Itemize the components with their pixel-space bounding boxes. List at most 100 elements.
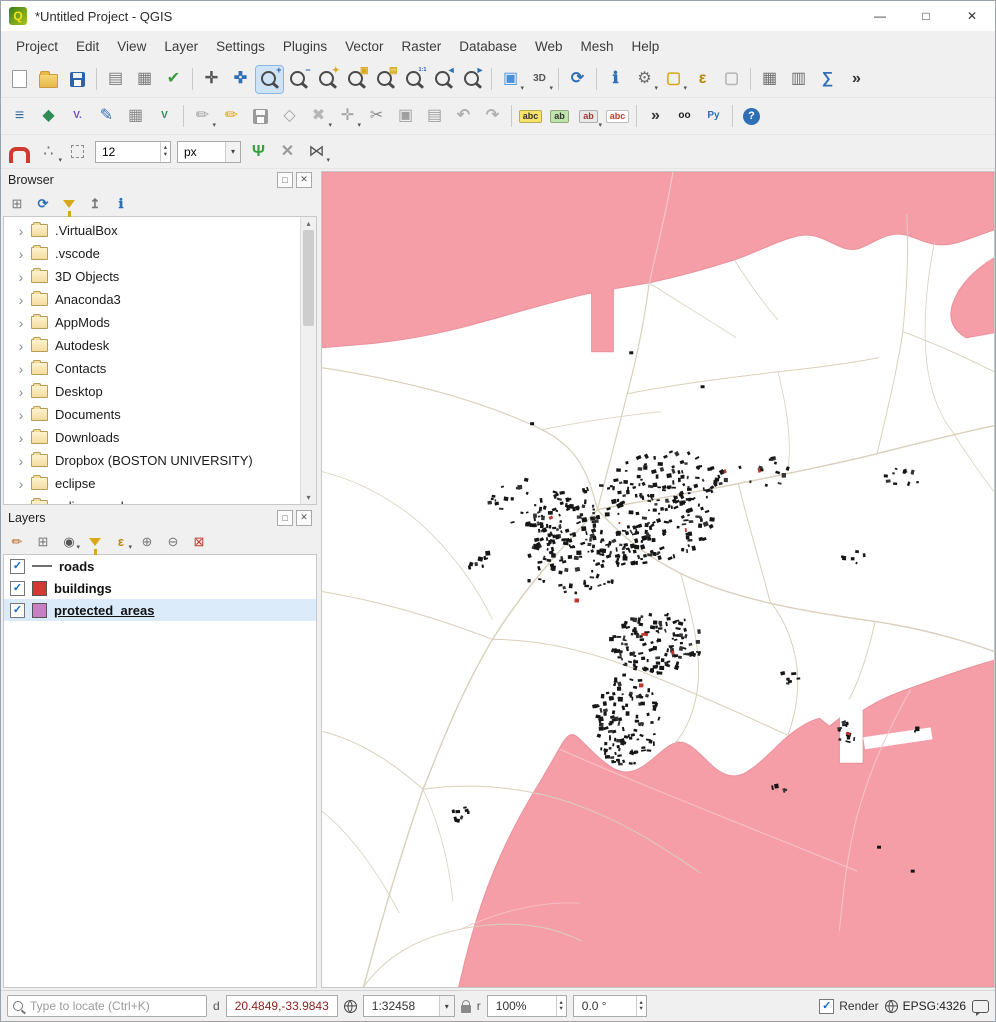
pan-map-to-selection-button[interactable]: ✜	[227, 66, 254, 93]
layers-close-button[interactable]: ✕	[296, 510, 312, 526]
new-shapefile-layer-button[interactable]: V.	[64, 103, 91, 130]
help-button[interactable]: ?	[738, 103, 765, 130]
zoom-in-button[interactable]: +	[256, 66, 283, 93]
expand-arrow-icon[interactable]: ›	[14, 430, 28, 446]
menu-mesh[interactable]: Mesh	[572, 35, 623, 58]
spinner-arrows-icon[interactable]: ▴ ▾	[556, 996, 566, 1016]
chevron-down-icon[interactable]: ▾	[225, 142, 240, 162]
browser-item-3d-objects[interactable]: ›3D Objects	[4, 265, 300, 288]
metasearch-button[interactable]: oo	[671, 103, 698, 130]
deselect-features-button[interactable]: ▢	[718, 66, 745, 93]
menu-view[interactable]: View	[108, 35, 155, 58]
extents-icon[interactable]	[344, 1000, 357, 1013]
expand-arrow-icon[interactable]: ›	[14, 269, 28, 285]
show-layout-manager-button[interactable]: ▦	[131, 66, 158, 93]
select-features-button[interactable]: ▢▾	[660, 66, 687, 93]
menu-edit[interactable]: Edit	[67, 35, 108, 58]
run-feature-action-button[interactable]: ⚙▾	[631, 66, 658, 93]
scroll-down-icon[interactable]: ▾	[306, 491, 310, 504]
toolbar-extension-button[interactable]: »	[843, 66, 870, 93]
layer-diagram-button[interactable]: ab	[546, 103, 573, 130]
filter-by-expression-button[interactable]: ε▾	[110, 530, 132, 552]
add-selected-layers-button[interactable]: ⊞	[6, 192, 28, 214]
crs-button[interactable]: EPSG:4326	[885, 999, 966, 1013]
browser-close-button[interactable]: ✕	[296, 172, 312, 188]
new-spatialite-layer-button[interactable]: ✎	[93, 103, 120, 130]
browser-item-appmods[interactable]: ›AppMods	[4, 311, 300, 334]
close-button[interactable]: ✕	[949, 1, 995, 31]
zoom-last-button[interactable]: ◄	[430, 66, 457, 93]
expand-arrow-icon[interactable]: ›	[14, 361, 28, 377]
locator-input[interactable]	[28, 998, 201, 1014]
browser-item-eclipse[interactable]: ›eclipse	[4, 472, 300, 495]
layer-item-roads[interactable]: ✓roads	[4, 555, 316, 577]
lock-icon[interactable]	[461, 1005, 471, 1013]
expand-arrow-icon[interactable]: ›	[14, 338, 28, 354]
manage-map-themes-button[interactable]: ◉▾	[58, 530, 80, 552]
new-print-layout-button[interactable]: ▤	[102, 66, 129, 93]
enable-snapping-button[interactable]	[6, 138, 33, 165]
browser-properties-button[interactable]: ℹ	[110, 192, 132, 214]
new-project-button[interactable]	[6, 66, 33, 93]
spinner-arrows-icon[interactable]: ▴ ▾	[160, 142, 170, 162]
snapping-options-button[interactable]	[64, 138, 91, 165]
snapping-on-intersection-button[interactable]: ✕	[274, 138, 301, 165]
new-temporary-scratch-layer-button[interactable]: ▦	[122, 103, 149, 130]
remove-layer-button[interactable]: ⊠	[188, 530, 210, 552]
toolbar2-extension-button[interactable]: »	[642, 103, 669, 130]
browser-item-autodesk[interactable]: ›Autodesk	[4, 334, 300, 357]
avoid-overlap-button[interactable]: ⋈▾	[303, 138, 330, 165]
delete-selected-button[interactable]: ✖▾	[305, 103, 332, 130]
filter-browser-button[interactable]	[58, 192, 80, 214]
menu-help[interactable]: Help	[623, 35, 669, 58]
cut-features-button[interactable]: ✂	[363, 103, 390, 130]
snapping-units-select[interactable]: px ▾	[177, 141, 241, 163]
layer-item-protected_areas[interactable]: ✓protected_areas	[4, 599, 316, 621]
save-project-button[interactable]	[64, 66, 91, 93]
menu-database[interactable]: Database	[450, 35, 526, 58]
browser-item-anaconda3[interactable]: ›Anaconda3	[4, 288, 300, 311]
open-attribute-table-button[interactable]: ▦	[756, 66, 783, 93]
snapping-tolerance-input[interactable]: 12 ▴ ▾	[95, 141, 171, 163]
zoom-native-button[interactable]: 1:1	[401, 66, 428, 93]
pan-map-button[interactable]: ✛	[198, 66, 225, 93]
paste-features-button[interactable]: ▤	[421, 103, 448, 130]
scale-select[interactable]: 1:32458 ▾	[363, 995, 455, 1017]
browser-item-eclipse-workspace[interactable]: ›eclipse-workspace	[4, 495, 300, 504]
layer-labeling-button[interactable]: abc	[517, 103, 544, 130]
coordinate-display[interactable]: 20.4849,-33.9843	[226, 995, 338, 1017]
layer-checkbox-icon[interactable]: ✓	[10, 559, 25, 574]
new-geopackage-layer-button[interactable]: ◆	[35, 103, 62, 130]
new-map-view-button[interactable]: ▣▾	[497, 66, 524, 93]
menu-layer[interactable]: Layer	[155, 35, 207, 58]
collapse-all-layers-button[interactable]: ⊖	[162, 530, 184, 552]
scrollbar-thumb[interactable]	[303, 230, 314, 326]
locator-search[interactable]	[7, 995, 207, 1017]
spin-down-icon[interactable]: ▾	[640, 1006, 643, 1013]
spin-down-icon[interactable]: ▾	[164, 152, 167, 159]
style-manager-button[interactable]: ✔	[160, 66, 187, 93]
chevron-down-icon[interactable]: ▾	[439, 996, 454, 1016]
copy-features-button[interactable]: ▣	[392, 103, 419, 130]
map-canvas[interactable]	[321, 171, 995, 988]
zoom-to-selection-button[interactable]: ▣	[343, 66, 370, 93]
save-layer-edits-button[interactable]	[247, 103, 274, 130]
expand-arrow-icon[interactable]: ›	[14, 476, 28, 492]
menu-project[interactable]: Project	[7, 35, 67, 58]
browser-scrollbar[interactable]: ▴ ▾	[300, 217, 316, 504]
field-calculator-button[interactable]: ▥	[785, 66, 812, 93]
expand-arrow-icon[interactable]: ›	[14, 246, 28, 262]
browser-item-desktop[interactable]: ›Desktop	[4, 380, 300, 403]
pin-labels-button[interactable]: ab▾	[575, 103, 602, 130]
filter-legend-button[interactable]	[84, 530, 106, 552]
browser-item-contacts[interactable]: ›Contacts	[4, 357, 300, 380]
topological-editing-button[interactable]: Ψ	[245, 138, 272, 165]
redo-button[interactable]: ↷	[479, 103, 506, 130]
magnifier-input[interactable]: 100% ▴ ▾	[487, 995, 567, 1017]
browser-float-button[interactable]: □	[277, 172, 293, 188]
expand-arrow-icon[interactable]: ›	[14, 384, 28, 400]
layer-checkbox-icon[interactable]: ✓	[10, 603, 25, 618]
browser-item-downloads[interactable]: ›Downloads	[4, 426, 300, 449]
zoom-to-layer-button[interactable]: ▤	[372, 66, 399, 93]
render-checkbox[interactable]: ✓ Render	[819, 999, 878, 1014]
